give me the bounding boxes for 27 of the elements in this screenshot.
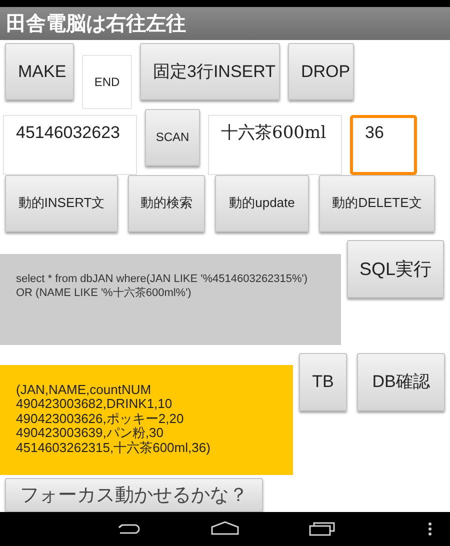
result-line: 490423003639,パン粉,30 — [16, 426, 164, 441]
back-icon[interactable] — [117, 522, 141, 536]
recent-apps-icon[interactable] — [309, 521, 335, 536]
action-button[interactable]: DROP — [288, 43, 354, 100]
result-line: (JAN,NAME,countNUM — [16, 382, 152, 398]
focus-button[interactable]: フォーカス動かせるかな？ — [5, 478, 263, 512]
input-field[interactable]: 45146032623 — [3, 114, 137, 175]
result-line: 490423003682,DRINK1,10 — [16, 397, 174, 412]
end-label: END — [94, 74, 120, 91]
db-button[interactable]: TB — [299, 352, 347, 411]
app-title: 田舎電脳は右往左往 — [6, 12, 186, 36]
input-field[interactable]: 十六茶600ml — [208, 114, 342, 175]
db-button[interactable]: DB確認 — [357, 352, 445, 411]
input-field[interactable]: 36 — [350, 114, 417, 175]
sql-text: select * from dbJAN where(JAN LIKE '%4514603262315%') OR (NAME LIKE '%十六茶600ml%') — [0, 254, 341, 346]
scan-button[interactable]: SCAN — [145, 108, 200, 166]
overflow-menu-icon[interactable] — [428, 522, 432, 536]
home-icon[interactable] — [211, 521, 239, 535]
result-line: 490423003626,ポッキー2,20 — [16, 412, 185, 426]
action-button[interactable]: MAKE — [5, 43, 74, 100]
query-button[interactable]: 動的DELETE文 — [319, 174, 435, 232]
result-line: 4514603262315,十六茶600ml,36) — [16, 440, 212, 456]
sql-run-button[interactable]: SQL実行 — [347, 240, 444, 298]
query-button[interactable]: 動的update — [215, 174, 309, 232]
action-button[interactable]: 固定3行INSERT — [140, 43, 280, 100]
query-button[interactable]: 動的INSERT文 — [5, 174, 118, 232]
query-button[interactable]: 動的検索 — [128, 174, 205, 232]
